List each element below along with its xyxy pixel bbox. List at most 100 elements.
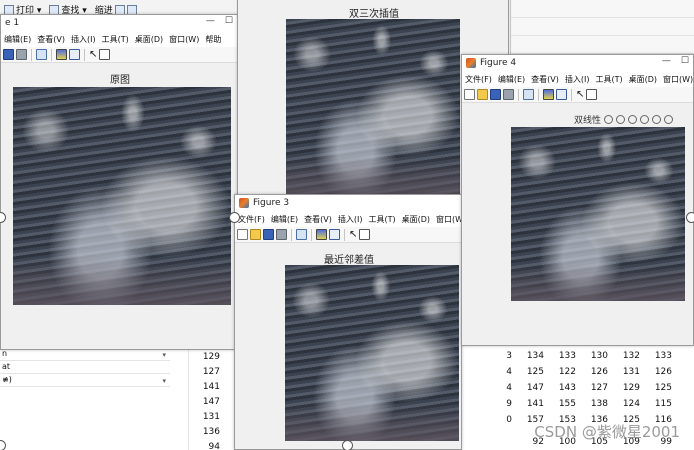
matlab-logo-icon <box>239 198 249 208</box>
menu-edit[interactable]: 编辑(E) <box>1 34 34 45</box>
maximize-icon[interactable]: ☐ <box>681 56 689 66</box>
table-cell[interactable]: 94 <box>189 440 234 450</box>
variable-row[interactable]: ≢) ▾ <box>0 374 170 387</box>
menu-file[interactable]: 文件(F) <box>235 214 268 225</box>
matlab-logo-icon <box>466 58 476 68</box>
variable-row[interactable]: at <box>0 361 170 374</box>
indent-icon <box>114 4 125 15</box>
table-cell[interactable]: 131 <box>189 410 234 425</box>
brush-icon[interactable] <box>604 115 614 124</box>
menu-view[interactable]: 查看(V) <box>528 74 562 85</box>
table-cell[interactable]: 141 <box>189 380 234 395</box>
figure-1-titlebar[interactable]: e 1 — ☐ <box>1 15 237 31</box>
menu-tools[interactable]: 工具(T) <box>365 214 398 225</box>
colorbar-icon[interactable] <box>316 229 327 240</box>
chevron-down-icon[interactable]: ▾ <box>162 375 166 387</box>
table-cell[interactable]: 136 <box>189 425 234 440</box>
save-icon[interactable] <box>490 89 501 100</box>
maximize-icon[interactable]: ☐ <box>225 16 233 26</box>
print-icon[interactable] <box>503 89 514 100</box>
table-cell[interactable]: 147 <box>189 395 234 410</box>
menu-tools[interactable]: 工具(T) <box>99 34 132 45</box>
open-folder-icon[interactable] <box>477 89 488 100</box>
property-panel-icon[interactable] <box>99 49 110 60</box>
plot-title: 原图 <box>110 75 130 86</box>
figure-3-menubar: 文件(F) 编辑(E) 查看(V) 插入(I) 工具(T) 桌面(D) 窗口(W… <box>235 211 461 227</box>
menu-insert[interactable]: 插入(I) <box>335 214 366 225</box>
resize-handle[interactable] <box>229 212 240 223</box>
plot-title: 最近邻差值 <box>324 255 374 266</box>
home-icon[interactable] <box>664 115 674 124</box>
resize-handle[interactable] <box>342 440 353 450</box>
search-icon <box>49 4 60 15</box>
zoom-out-icon[interactable] <box>652 115 662 124</box>
watermark: CSDN @紫微星2001 <box>534 423 680 441</box>
colorbar-icon[interactable] <box>56 49 67 60</box>
figure-3-titlebar[interactable]: Figure 3 <box>235 195 461 211</box>
menu-insert[interactable]: 插入(I) <box>562 74 593 85</box>
bilinear-image <box>511 127 685 301</box>
menu-edit[interactable]: 编辑(E) <box>495 74 528 85</box>
menu-view[interactable]: 查看(V) <box>301 214 335 225</box>
property-panel-icon[interactable] <box>586 89 597 100</box>
menu-help[interactable]: 帮助 <box>202 34 224 45</box>
menu-desktop[interactable]: 桌面(D) <box>399 214 433 225</box>
menu-view[interactable]: 查看(V) <box>34 34 68 45</box>
resize-handle[interactable] <box>0 440 6 450</box>
legend-icon[interactable] <box>556 89 567 100</box>
figure-1-menubar: 编辑(E) 查看(V) 插入(I) 工具(T) 桌面(D) 窗口(W) 帮助 <box>1 31 237 47</box>
link-plot-icon[interactable] <box>523 89 534 100</box>
open-folder-icon[interactable] <box>250 229 261 240</box>
edit-plot-arrow-icon[interactable]: ↖ <box>576 89 584 100</box>
legend-icon[interactable] <box>69 49 80 60</box>
table-cell[interactable]: 127 <box>189 365 234 380</box>
menu-tools[interactable]: 工具(T) <box>592 74 625 85</box>
figure-3-window[interactable]: Figure 3 文件(F) 编辑(E) 查看(V) 插入(I) 工具(T) 桌… <box>234 194 462 450</box>
new-figure-icon[interactable] <box>237 229 248 240</box>
pan-hand-icon[interactable] <box>628 115 638 124</box>
menu-window[interactable]: 窗口(W) <box>433 214 461 225</box>
nearest-neighbor-image <box>285 265 459 441</box>
edit-plot-arrow-icon[interactable]: ↖ <box>349 229 357 240</box>
table-row: 3 134 133 130 132 133 <box>506 351 672 361</box>
bicubic-image <box>286 19 460 195</box>
save-icon[interactable] <box>3 49 14 60</box>
chevron-down-icon[interactable]: ▾ <box>162 349 166 361</box>
figure-4-titlebar[interactable]: Figure 4 — ☐ <box>462 55 693 71</box>
property-panel-icon[interactable] <box>359 229 370 240</box>
menu-edit[interactable]: 编辑(E) <box>268 214 301 225</box>
background-panel-right <box>510 0 694 56</box>
resize-handle[interactable] <box>686 212 694 223</box>
table-row: 4 125 122 126 131 126 <box>506 367 672 377</box>
link-plot-icon[interactable] <box>36 49 47 60</box>
table-cell[interactable]: 129 <box>189 350 234 365</box>
axes-toolbar: 双线性 <box>574 113 674 126</box>
window-title: Figure 4 <box>480 58 517 68</box>
figure-4-window[interactable]: Figure 4 — ☐ 文件(F) 编辑(E) 查看(V) 插入(I) 工具(… <box>461 54 694 346</box>
data-tip-icon[interactable] <box>616 115 626 124</box>
minimize-icon[interactable]: — <box>206 16 215 26</box>
zoom-in-icon[interactable] <box>640 115 650 124</box>
menu-window[interactable]: 窗口(W) <box>660 74 693 85</box>
window-title: e 1 <box>5 18 20 28</box>
figure-4-toolbar: ↖ <box>462 87 693 103</box>
outdent-icon <box>126 4 137 15</box>
legend-icon[interactable] <box>329 229 340 240</box>
colorbar-icon[interactable] <box>543 89 554 100</box>
menu-window[interactable]: 窗口(W) <box>166 34 202 45</box>
menu-file[interactable]: 文件(F) <box>462 74 495 85</box>
save-icon[interactable] <box>263 229 274 240</box>
print-icon[interactable] <box>16 49 27 60</box>
print-icon <box>4 4 14 15</box>
figure-1-toolbar: ↖ <box>1 47 237 63</box>
link-plot-icon[interactable] <box>296 229 307 240</box>
minimize-icon[interactable]: — <box>662 56 671 66</box>
edit-plot-arrow-icon[interactable]: ↖ <box>89 49 97 60</box>
window-title: Figure 3 <box>253 198 290 208</box>
menu-desktop[interactable]: 桌面(D) <box>626 74 660 85</box>
print-icon[interactable] <box>276 229 287 240</box>
menu-desktop[interactable]: 桌面(D) <box>132 34 166 45</box>
new-figure-icon[interactable] <box>464 89 475 100</box>
menu-insert[interactable]: 插入(I) <box>68 34 99 45</box>
figure-1-window[interactable]: e 1 — ☐ 编辑(E) 查看(V) 插入(I) 工具(T) 桌面(D) 窗口… <box>0 14 238 350</box>
